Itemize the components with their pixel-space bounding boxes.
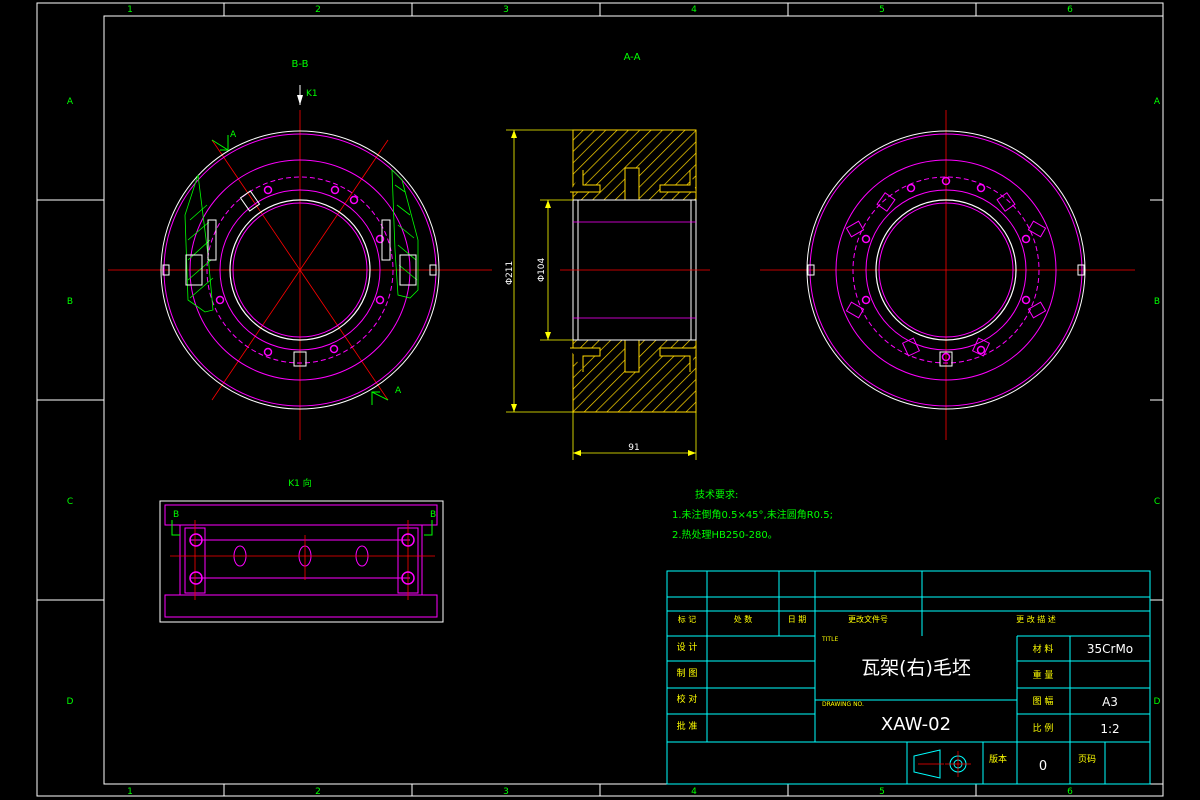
tech-req-heading: 技术要求: <box>695 488 738 501</box>
bb-left-section <box>184 174 214 313</box>
view-k1: K1 向 B B <box>159 477 444 623</box>
view-aa: A-A Φ211 Φ104 91 <box>505 52 710 460</box>
weight-label: 重 量 <box>1033 669 1054 681</box>
rev-header-date: 日 期 <box>788 615 807 624</box>
bb-right-section <box>391 168 419 299</box>
k1-view-label: K1 向 <box>288 477 312 489</box>
row-label-left-d: D <box>67 697 74 707</box>
row-label-right-c: C <box>1154 497 1160 507</box>
view-aa-label: A-A <box>624 52 641 63</box>
projection-symbol-icon <box>913 749 971 779</box>
col-label-top-3: 3 <box>503 5 509 15</box>
tech-req-line-1: 1.未注倒角0.5×45°,未注圆角R0.5; <box>672 508 833 521</box>
rev-header-description: 更 改 描 述 <box>1016 614 1056 624</box>
row-label-right-b: B <box>1154 297 1160 307</box>
drawing-number: XAW-02 <box>881 714 951 735</box>
cut-mark-a-top: A <box>230 130 237 140</box>
rev-header-count: 处 数 <box>734 614 753 624</box>
rev-header-mark: 标 记 <box>678 614 697 624</box>
scale-value: 1:2 <box>1100 722 1119 736</box>
material-label: 材 料 <box>1033 643 1054 655</box>
row-label-right-a: A <box>1154 97 1161 107</box>
scale-label: 比 例 <box>1033 722 1054 734</box>
dim-width: 91 <box>628 443 639 453</box>
col-label-top-5: 5 <box>879 5 885 15</box>
col-label-top-2: 2 <box>315 5 321 15</box>
tech-requirements: 技术要求: 1.未注倒角0.5×45°,未注圆角R0.5; 2.热处理HB250… <box>672 488 833 541</box>
col-label-top-4: 4 <box>691 5 697 15</box>
view-end <box>760 110 1135 440</box>
dim-outer-diameter: Φ211 <box>505 261 515 285</box>
version-value: 0 <box>1039 759 1047 774</box>
view-bb: B-B K1 A A <box>108 59 492 440</box>
row-label-left-a: A <box>67 97 74 107</box>
col-label-bottom-4: 4 <box>691 787 697 797</box>
rev-header-change-no: 更改文件号 <box>848 614 888 624</box>
sign-row-draw: 制 图 <box>677 667 698 679</box>
sign-row-check: 校 对 <box>677 693 698 705</box>
drawing-title: 瓦架(右)毛坯 <box>861 657 971 679</box>
col-label-bottom-5: 5 <box>879 787 885 797</box>
size-value: A3 <box>1102 695 1118 709</box>
sign-row-design: 设 计 <box>677 641 698 653</box>
cut-mark-b-right: B <box>430 510 436 520</box>
cut-mark-b-left: B <box>173 510 179 520</box>
title-block: 标 记 处 数 日 期 更改文件号 更 改 描 述 设 计 制 图 校 对 批 … <box>666 570 1151 785</box>
material-value: 35CrMo <box>1087 642 1133 656</box>
col-label-bottom-6: 6 <box>1067 787 1073 797</box>
cad-drawing: 1 2 3 4 5 6 1 2 3 4 5 6 A B C D A B C D … <box>36 2 1164 797</box>
col-label-bottom-2: 2 <box>315 787 321 797</box>
col-label-top-1: 1 <box>127 5 133 15</box>
col-label-bottom-1: 1 <box>127 787 133 797</box>
sheet-label: 页码 <box>1078 754 1096 765</box>
cut-mark-a-bottom: A <box>395 386 402 396</box>
title-label: TITLE <box>821 636 838 643</box>
view-bb-label: B-B <box>292 59 309 70</box>
dim-bore-diameter: Φ104 <box>537 257 547 282</box>
sign-row-approve: 批 准 <box>677 720 698 732</box>
k1-arrow-label: K1 <box>306 89 318 99</box>
col-label-top-6: 6 <box>1067 5 1073 15</box>
row-label-right-d: D <box>1154 697 1161 707</box>
col-label-bottom-3: 3 <box>503 787 509 797</box>
row-label-left-b: B <box>67 297 73 307</box>
drawing-no-label: DRAWING NO. <box>822 701 864 708</box>
row-label-left-c: C <box>67 497 73 507</box>
size-label: 图 幅 <box>1033 695 1054 707</box>
tech-req-line-2: 2.热处理HB250-280。 <box>672 528 778 541</box>
version-label: 版本 <box>989 753 1007 765</box>
